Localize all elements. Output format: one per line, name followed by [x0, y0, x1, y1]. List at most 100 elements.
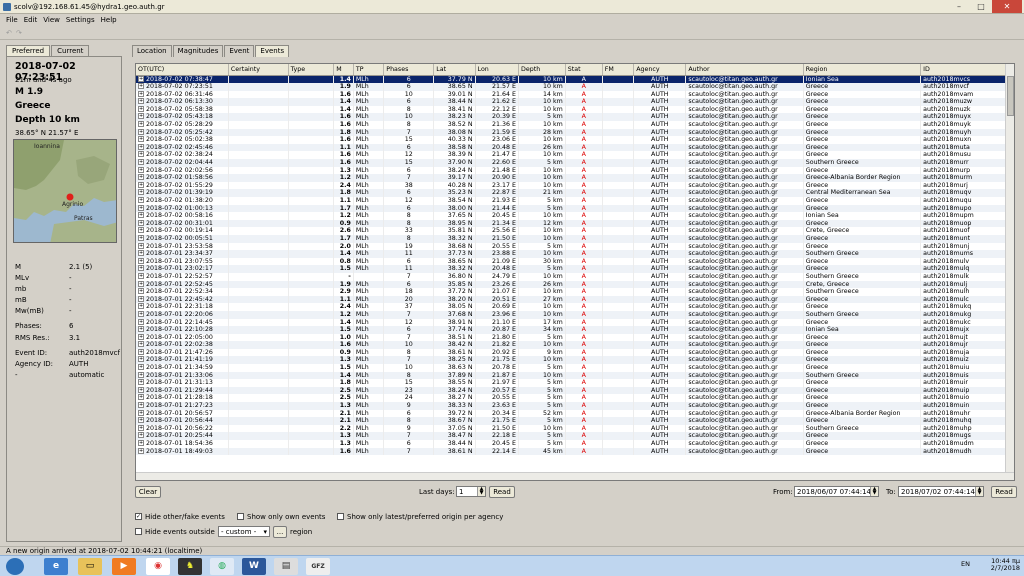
app-icon-globe[interactable]: ◍ [210, 558, 234, 575]
table-horizontal-scrollbar[interactable] [136, 472, 1014, 480]
close-button[interactable]: ✕ [992, 0, 1022, 13]
menu-view[interactable]: View [43, 14, 60, 26]
table-row[interactable]: +2018-07-02 00:19:14 2.6 MLh 33 35.81 N 25.56… [136, 227, 1006, 235]
column-header-fm[interactable]: FM [602, 64, 635, 76]
to-spinner[interactable]: ▲ ▼ [975, 487, 983, 496]
table-row[interactable]: +2018-07-01 20:56:44 2.1 MLh 8 38.67 N 21.75 … [136, 417, 1006, 425]
expand-icon[interactable]: + [138, 166, 144, 173]
scrollbar-thumb[interactable] [1007, 76, 1014, 116]
expand-icon[interactable]: + [138, 356, 144, 363]
table-row[interactable]: +2018-07-01 22:52:34 2.9 MLh 18 37.72 N 21.07… [136, 288, 1006, 296]
expand-icon[interactable]: + [138, 151, 144, 158]
from-spinner[interactable]: ▲ ▼ [870, 487, 878, 496]
expand-icon[interactable]: + [138, 227, 144, 234]
expand-icon[interactable]: + [138, 318, 144, 325]
menu-file[interactable]: File [6, 14, 18, 26]
expand-icon[interactable]: + [138, 440, 144, 446]
hide-outside-checkbox[interactable] [135, 528, 142, 535]
table-row[interactable]: +2018-07-02 00:05:51 1.7 MLh 8 38.32 N 21.50 … [136, 234, 1006, 243]
expand-icon[interactable]: + [138, 250, 144, 257]
expand-icon[interactable]: + [138, 242, 144, 249]
app-icon-dark[interactable]: ♞ [178, 558, 202, 575]
table-row[interactable]: +2018-07-01 22:14:45 1.4 MLh 12 38.91 N 21.10… [136, 318, 1006, 327]
table-row[interactable]: +2018-07-01 22:20:06 1.2 MLh 7 37.68 N 23.96 … [136, 310, 1006, 319]
menu-settings[interactable]: Settings [66, 14, 95, 26]
table-row[interactable]: +2018-07-01 21:47:26 0.9 MLh 8 38.61 N 20.92 … [136, 348, 1006, 357]
expand-icon[interactable]: + [138, 159, 144, 166]
table-row[interactable]: +2018-07-02 01:38:20 1.1 MLh 12 38.54 N 21.93… [136, 197, 1006, 205]
table-row[interactable]: +2018-07-02 06:13:30 1.4 MLh 6 38.44 N 21.62 … [136, 98, 1006, 106]
expand-icon[interactable]: + [138, 219, 144, 226]
last-days-spinner[interactable]: ▲ ▼ [477, 487, 485, 496]
column-header-lat[interactable]: Lat [433, 64, 476, 76]
expand-icon[interactable]: + [138, 447, 144, 454]
own-only-checkbox[interactable] [237, 513, 244, 520]
expand-icon[interactable]: + [138, 310, 144, 317]
to-datetime[interactable]: 2018/07/02 07:44:14 ▲ ▼ [898, 486, 984, 497]
expand-icon[interactable]: + [138, 402, 144, 409]
epicenter-map[interactable]: Ioannina Agrinio Patras [13, 139, 117, 243]
column-header-m[interactable]: M [333, 64, 354, 76]
table-row[interactable]: +2018-07-02 07:23:51 1.9 MLh 6 38.65 N 21.57 … [136, 83, 1006, 91]
column-header-type[interactable]: Type [288, 64, 335, 76]
expand-icon[interactable]: + [138, 364, 144, 371]
region-select[interactable]: - custom - ▾ [218, 526, 270, 537]
read-range-button[interactable]: Read [991, 486, 1017, 498]
menu-edit[interactable]: Edit [24, 14, 38, 26]
tab-magnitudes[interactable]: Magnitudes [172, 45, 224, 57]
expand-icon[interactable]: + [138, 265, 144, 272]
expand-icon[interactable]: + [138, 326, 144, 333]
expand-icon[interactable]: + [138, 90, 144, 97]
hide-fake-checkbox[interactable]: ✓ [135, 513, 142, 520]
column-header-depth[interactable]: Depth [518, 64, 566, 76]
expand-icon[interactable]: + [138, 212, 144, 219]
clear-button[interactable]: Clear [135, 486, 161, 498]
expand-icon[interactable]: + [138, 417, 144, 424]
system-tray[interactable]: EN 10:44 πμ 2/7/2018 [961, 558, 1020, 572]
column-header-id[interactable]: ID [920, 64, 1006, 76]
expand-icon[interactable]: + [138, 303, 144, 310]
chrome-icon[interactable]: ◉ [146, 558, 170, 575]
column-header-region[interactable]: Region [803, 64, 922, 76]
expand-icon[interactable]: + [138, 143, 144, 150]
latest-only-checkbox[interactable] [337, 513, 344, 520]
expand-icon[interactable]: + [138, 424, 144, 431]
table-row[interactable]: +2018-07-02 05:43:18 1.6 MLh 10 38.23 N 20.39… [136, 113, 1006, 122]
expand-icon[interactable]: + [138, 75, 144, 82]
table-row[interactable]: +2018-07-02 07:38:47 1.4 MLh 6 37.79 N 20.63 … [136, 75, 1006, 84]
table-row[interactable]: +2018-07-01 18:54:36 1.3 MLh 6 38.44 N 20.45 … [136, 440, 1006, 448]
tab-location[interactable]: Location [132, 45, 172, 57]
expand-icon[interactable]: + [138, 295, 144, 302]
table-row[interactable]: +2018-07-02 01:55:29 2.4 MLh 38 40.28 N 23.17… [136, 181, 1006, 190]
expand-icon[interactable]: + [138, 174, 144, 181]
table-row[interactable]: +2018-07-02 02:38:24 1.6 MLh 12 38.39 N 21.47… [136, 151, 1006, 160]
expand-icon[interactable]: + [138, 204, 144, 211]
table-row[interactable]: +2018-07-01 20:25:44 1.3 MLh 7 38.47 N 22.18 … [136, 432, 1006, 440]
expand-icon[interactable]: + [138, 257, 144, 264]
table-row[interactable]: +2018-07-01 23:53:58 2.0 MLh 19 38.68 N 20.55… [136, 242, 1006, 251]
table-vertical-scrollbar[interactable] [1005, 64, 1014, 480]
table-row[interactable]: +2018-07-02 01:00:13 1.7 MLh 6 38.00 N 21.44 … [136, 204, 1006, 213]
expand-icon[interactable]: + [138, 98, 144, 105]
table-row[interactable]: +2018-07-02 01:39:19 1.8 MLh 6 35.23 N 22.87 … [136, 189, 1006, 197]
expand-icon[interactable]: + [138, 121, 144, 128]
table-row[interactable]: +2018-07-02 05:25:42 1.8 MLh 7 38.08 N 21.59 … [136, 128, 1006, 137]
expand-icon[interactable]: + [138, 189, 144, 196]
forward-icon[interactable]: ↷ [16, 29, 24, 37]
expand-icon[interactable]: + [138, 394, 144, 401]
ie-icon[interactable]: e [44, 558, 68, 575]
table-row[interactable]: +2018-07-01 22:52:45 1.9 MLh 6 35.85 N 23.26 … [136, 280, 1006, 289]
table-row[interactable]: +2018-07-02 02:02:56 1.3 MLh 6 38.24 N 21.48 … [136, 166, 1006, 175]
table-row[interactable]: +2018-07-02 05:28:29 1.6 MLh 8 38.52 N 21.36 … [136, 121, 1006, 129]
expand-icon[interactable]: + [138, 288, 144, 295]
table-row[interactable]: +2018-07-01 20:56:22 2.2 MLh 9 37.05 N 21.50 … [136, 424, 1006, 433]
maximize-button[interactable]: □ [970, 0, 992, 13]
table-row[interactable]: +2018-07-02 00:31:01 0.9 MLh 8 38.95 N 21.34 … [136, 219, 1006, 228]
table-row[interactable]: +2018-07-01 22:31:18 2.4 MLh 37 38.05 N 20.69… [136, 303, 1006, 311]
tab-preferred[interactable]: Preferred [6, 45, 51, 56]
table-row[interactable]: +2018-07-01 22:52:57 - 7 36.80 N 24.79 E 10 k… [136, 272, 1006, 281]
expand-icon[interactable]: + [138, 379, 144, 386]
expand-icon[interactable]: + [138, 83, 144, 90]
language-indicator[interactable]: EN [961, 560, 970, 568]
table-row[interactable]: +2018-07-01 21:28:18 2.5 MLh 24 38.27 N 20.55… [136, 394, 1006, 403]
